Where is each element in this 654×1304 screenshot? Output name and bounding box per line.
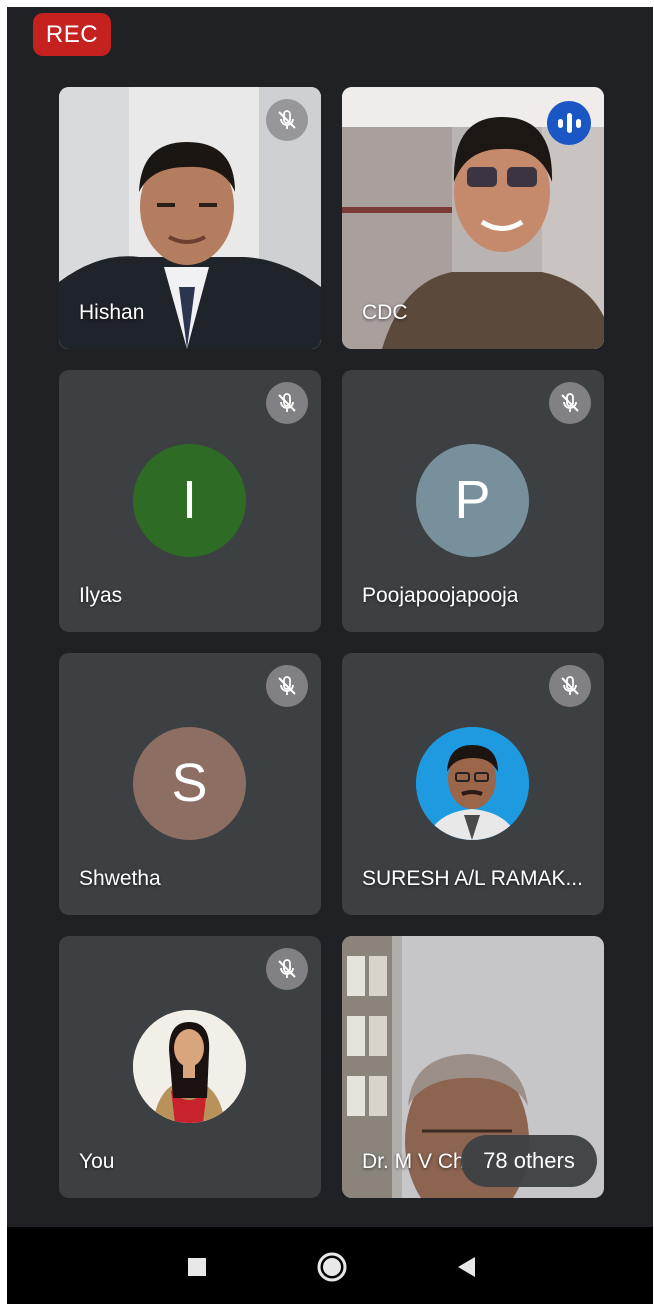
participant-name: Ilyas <box>79 584 123 607</box>
avatar-initial: P <box>416 444 529 557</box>
mic-off-icon <box>549 382 591 424</box>
audio-level-icon <box>547 101 591 145</box>
recording-badge: REC <box>33 13 111 56</box>
participant-name: You <box>79 1150 115 1173</box>
mic-off-icon <box>266 99 308 141</box>
participant-tile-ilyas[interactable]: I Ilyas <box>59 370 321 632</box>
participant-name: Hishan <box>79 301 145 324</box>
participant-tile-cdc[interactable]: CDC <box>342 87 604 349</box>
avatar-initial: S <box>133 727 246 840</box>
participant-name: CDC <box>362 301 408 324</box>
android-nav-bar <box>7 1227 653 1304</box>
mic-off-icon <box>266 665 308 707</box>
participant-tile-you[interactable]: You <box>59 936 321 1198</box>
avatar-initial: I <box>133 444 246 557</box>
meet-screen: REC Hishan CDC I Ilyas P Poojapoojapooja… <box>7 7 653 1304</box>
others-count-chip[interactable]: 78 others <box>461 1135 597 1187</box>
participant-tile-hishan[interactable]: Hishan <box>59 87 321 349</box>
participant-name: Dr. M V Ch <box>362 1150 465 1173</box>
avatar-photo <box>133 1010 246 1123</box>
participant-tile-shwetha[interactable]: S Shwetha <box>59 653 321 915</box>
participant-tile-suresh[interactable]: SURESH A/L RAMAK... <box>342 653 604 915</box>
participant-tile-pooja[interactable]: P Poojapoojapooja <box>342 370 604 632</box>
mic-off-icon <box>266 382 308 424</box>
participant-name: Shwetha <box>79 867 161 890</box>
mic-off-icon <box>266 948 308 990</box>
participant-name: SURESH A/L RAMAK... <box>362 867 583 890</box>
back-triangle-icon[interactable] <box>447 1247 487 1287</box>
participant-name: Poojapoojapooja <box>362 584 519 607</box>
mic-off-icon <box>549 665 591 707</box>
home-circle-icon[interactable] <box>312 1247 352 1287</box>
recents-square-icon[interactable] <box>177 1247 217 1287</box>
avatar-photo <box>416 727 529 840</box>
